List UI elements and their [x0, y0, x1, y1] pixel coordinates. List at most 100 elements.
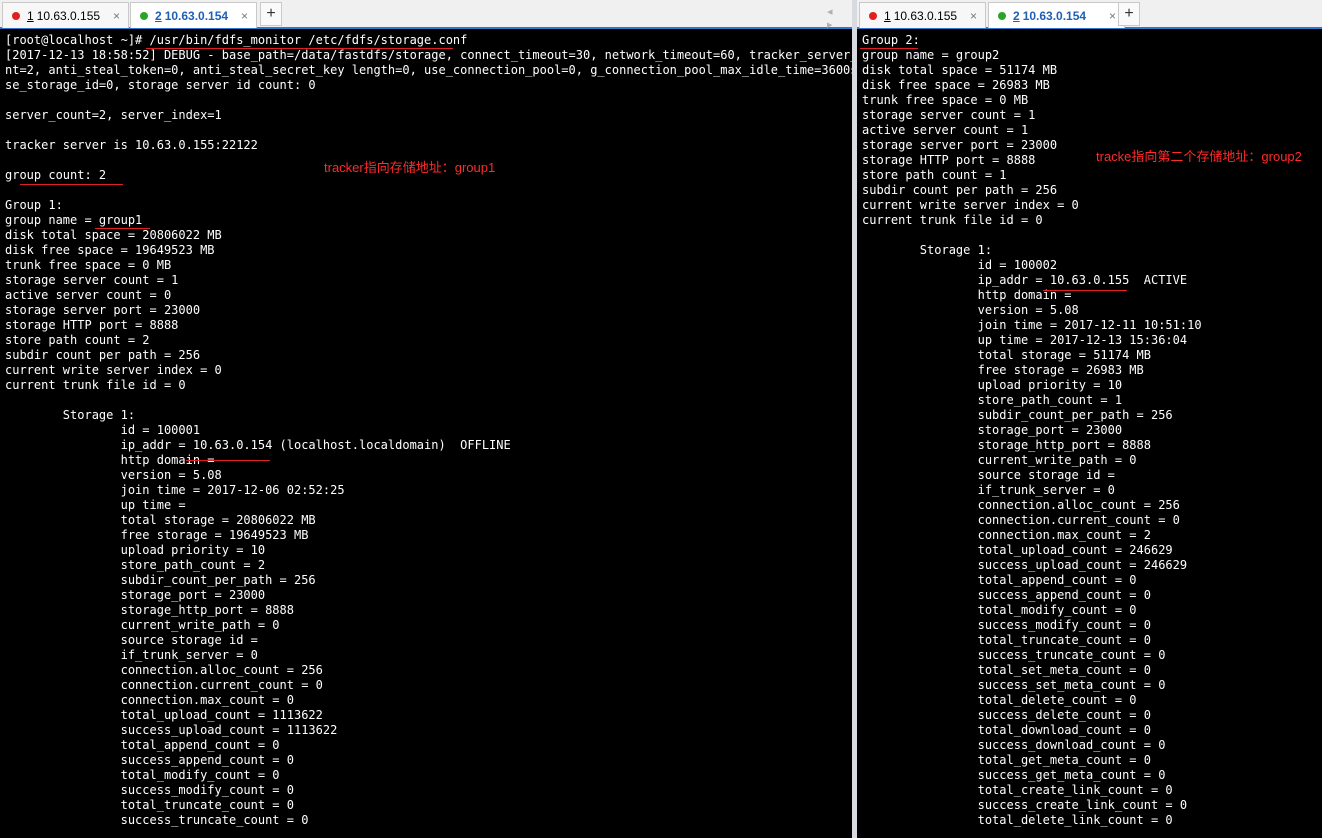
terminal-line: active server count = 1 — [862, 123, 1029, 137]
terminal-line: free storage = 19649523 MB — [5, 528, 309, 542]
terminal-line: storage server count = 1 — [862, 108, 1036, 122]
close-icon[interactable]: × — [241, 4, 248, 28]
status-dot-icon — [869, 12, 877, 20]
right-tab-2[interactable]: 2 10.63.0.154 × — [988, 2, 1125, 28]
terminal-line: success_set_meta_count = 0 — [862, 678, 1166, 692]
terminal-line: connection.max_count = 0 — [5, 693, 294, 707]
terminal-line: total_truncate_count = 0 — [862, 633, 1151, 647]
terminal-line: storage server port = 23000 — [5, 303, 201, 317]
terminal-line: version = 5.08 — [862, 303, 1079, 317]
tab-host: 10.63.0.155 — [893, 9, 958, 23]
terminal-line: upload priority = 10 — [5, 543, 266, 557]
terminal-line: disk free space = 26983 MB — [862, 78, 1050, 92]
underline-mark — [186, 460, 270, 461]
terminal-line: subdir count per path = 256 — [862, 183, 1058, 197]
terminal-line: total_upload_count = 246629 — [862, 543, 1173, 557]
tab-scroll-arrows-icon[interactable]: ◂ ▸ — [827, 5, 852, 31]
terminal-line: if_trunk_server = 0 — [862, 483, 1115, 497]
tab-number: 1 — [27, 9, 34, 23]
terminal-line: success_upload_count = 246629 — [862, 558, 1188, 572]
tab-host: 10.63.0.154 — [1022, 9, 1087, 23]
terminal-line: connection.alloc_count = 256 — [862, 498, 1180, 512]
terminal-line: total_append_count = 0 — [5, 738, 280, 752]
terminal-line: se_storage_id=0, storage server id count… — [5, 78, 316, 92]
annotation-group2: tracke指向第二个存储地址：group2 — [1096, 149, 1302, 164]
terminal-line: success_truncate_count = 0 — [5, 813, 309, 827]
terminal-line: ip_addr = 10.63.0.154 (localhost.localdo… — [5, 438, 511, 452]
left-tab-2[interactable]: 2 10.63.0.154 × — [130, 2, 257, 28]
right-tab-1[interactable]: 1 10.63.0.155 × — [859, 2, 986, 28]
terminal-output[interactable]: [root@localhost ~]# /usr/bin/fdfs_monito… — [5, 33, 852, 828]
terminal-line: storage_port = 23000 — [5, 588, 266, 602]
terminal-line: group name = group1 — [5, 213, 143, 227]
terminal-line: success_append_count = 0 — [5, 753, 294, 767]
terminal-line: subdir_count_per_path = 256 — [862, 408, 1173, 422]
terminal-line: nt=2, anti_steal_token=0, anti_steal_sec… — [5, 63, 852, 77]
terminal-line: disk total space = 51174 MB — [862, 63, 1058, 77]
terminal-line: up time = 2017-12-13 15:36:04 — [862, 333, 1188, 347]
terminal-line: total_download_count = 0 — [862, 723, 1151, 737]
terminal-line: total storage = 20806022 MB — [5, 513, 316, 527]
terminal-line: if_trunk_server = 0 — [5, 648, 258, 662]
close-icon[interactable]: × — [1109, 4, 1116, 28]
annotation-group1: tracker指向存储地址：group1 — [324, 160, 496, 175]
terminal-line: success_delete_count = 0 — [862, 708, 1151, 722]
terminal-line: total_append_count = 0 — [862, 573, 1137, 587]
left-tab-1[interactable]: 1 10.63.0.155 × — [2, 2, 129, 28]
status-dot-icon — [998, 12, 1006, 20]
terminal-line: connection.max_count = 2 — [862, 528, 1151, 542]
terminal-line: storage_http_port = 8888 — [862, 438, 1151, 452]
terminal-line: store path count = 2 — [5, 333, 150, 347]
close-icon[interactable]: × — [113, 4, 120, 28]
tab-host: 10.63.0.155 — [36, 9, 101, 23]
terminal-line: total_get_meta_count = 0 — [862, 753, 1151, 767]
terminal-line: server_count=2, server_index=1 — [5, 108, 222, 122]
right-tab-bar: 1 10.63.0.155 × 2 10.63.0.154 × + — [857, 0, 1322, 29]
terminal-line: id = 100002 — [862, 258, 1058, 272]
terminal-line: [2017-12-13 18:58:52] DEBUG - base_path=… — [5, 48, 852, 62]
terminal-line: current write server index = 0 — [862, 198, 1079, 212]
terminal-line: store_path_count = 1 — [862, 393, 1123, 407]
underline-mark — [146, 48, 453, 49]
new-tab-button[interactable]: + — [1118, 2, 1140, 26]
terminal-line: storage server count = 1 — [5, 273, 179, 287]
terminal-line: source storage id = — [5, 633, 258, 647]
terminal-line: storage_port = 23000 — [862, 423, 1123, 437]
underline-mark — [860, 48, 918, 49]
terminal-line: join time = 2017-12-11 10:51:10 — [862, 318, 1202, 332]
terminal-line: Storage 1: — [862, 243, 993, 257]
status-dot-icon — [12, 12, 20, 20]
terminal-line: Group 1: — [5, 198, 63, 212]
terminal-line: total_delete_count = 0 — [862, 693, 1137, 707]
terminal-line: total storage = 51174 MB — [862, 348, 1151, 362]
new-tab-button[interactable]: + — [260, 2, 282, 26]
right-terminal-pane: 1 10.63.0.155 × 2 10.63.0.154 × + Group 2:… — [857, 0, 1322, 838]
underline-mark — [1043, 290, 1127, 291]
terminal-line: Group 2: — [862, 33, 920, 47]
terminal-line: storage HTTP port = 8888 — [5, 318, 179, 332]
terminal-line: source storage id = — [862, 468, 1115, 482]
close-icon[interactable]: × — [970, 4, 977, 28]
terminal-line: disk free space = 19649523 MB — [5, 243, 215, 257]
terminal-line: subdir_count_per_path = 256 — [5, 573, 316, 587]
terminal-line: store path count = 1 — [862, 168, 1007, 182]
terminal-line: total_truncate_count = 0 — [5, 798, 294, 812]
terminal-line: [root@localhost ~]# /usr/bin/fdfs_monito… — [5, 33, 468, 47]
underline-mark — [20, 184, 123, 185]
terminal-line: total_create_link_count = 0 — [862, 783, 1173, 797]
terminal-line: join time = 2017-12-06 02:52:25 — [5, 483, 345, 497]
terminal-line: current_write_path = 0 — [862, 453, 1137, 467]
terminal-line: free storage = 26983 MB — [862, 363, 1144, 377]
left-tab-bar: 1 10.63.0.155 × 2 10.63.0.154 × + ◂ ▸ — [0, 0, 852, 31]
terminal-line: success_modify_count = 0 — [5, 783, 294, 797]
status-dot-icon — [140, 12, 148, 20]
terminal-line: upload priority = 10 — [862, 378, 1123, 392]
terminal-line: version = 5.08 — [5, 468, 222, 482]
terminal-line: current write server index = 0 — [5, 363, 222, 377]
terminal-line: up time = — [5, 498, 186, 512]
terminal-line: success_download_count = 0 — [862, 738, 1166, 752]
terminal-line: total_delete_link_count = 0 — [862, 813, 1173, 827]
terminal-line: current trunk file id = 0 — [862, 213, 1043, 227]
